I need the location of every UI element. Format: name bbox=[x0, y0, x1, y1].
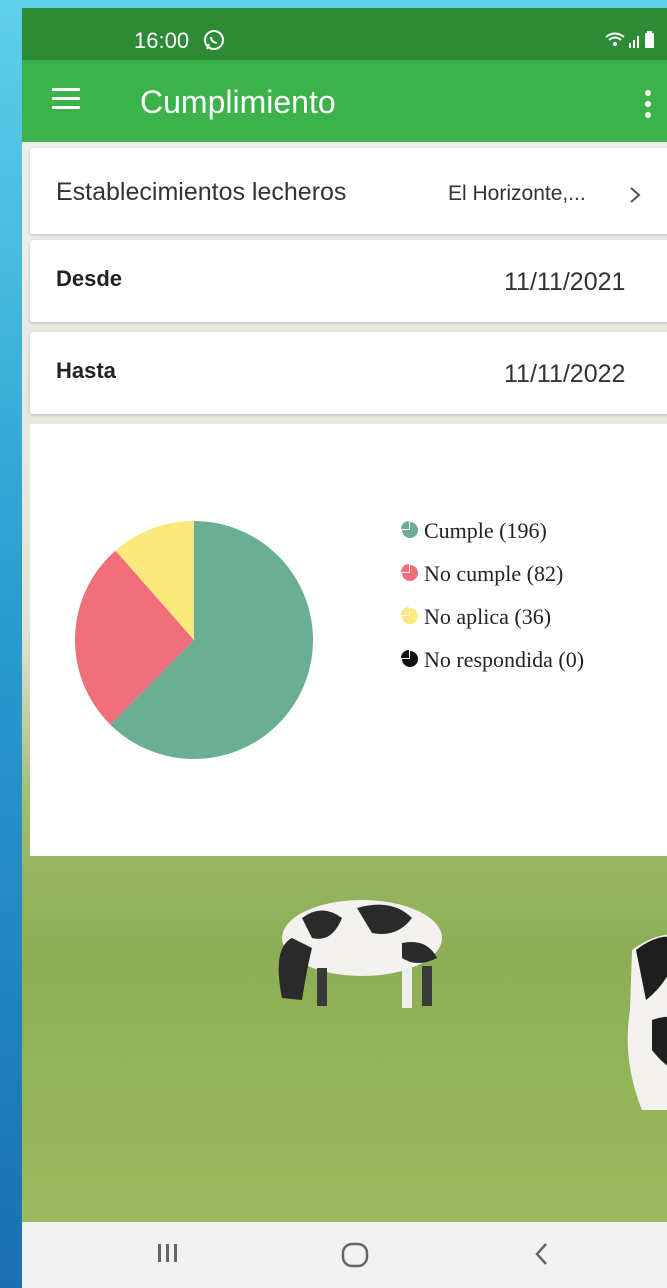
legend-label: No aplica (36) bbox=[424, 604, 551, 629]
legend-item: No respondida (0) bbox=[401, 647, 584, 672]
chart-card: Cumple (196) No cumple (82) No aplica (36)… bbox=[30, 424, 667, 856]
home-icon[interactable] bbox=[340, 1240, 370, 1270]
legend-label: Cumple (196) bbox=[424, 518, 547, 543]
hasta-label: Hasta bbox=[56, 358, 116, 383]
recent-apps-icon[interactable] bbox=[156, 1240, 180, 1266]
phone-screen: 16:00 Cumplimiento Establecimientos lech… bbox=[22, 8, 667, 1288]
cow-image-2 bbox=[627, 934, 667, 1110]
establecimientos-value: El Horizonte,... bbox=[448, 182, 586, 205]
status-time: 16:00 bbox=[134, 28, 190, 53]
legend-pie-icon bbox=[401, 650, 418, 667]
establecimientos-selector[interactable]: Establecimientos lecheros El Horizonte,.… bbox=[30, 148, 667, 234]
battery-icon bbox=[645, 31, 654, 48]
status-icons bbox=[605, 31, 654, 48]
legend-item: No aplica (36) bbox=[401, 604, 551, 629]
more-options-icon[interactable] bbox=[645, 90, 653, 120]
desde-value: 11/11/2021 bbox=[504, 268, 626, 296]
legend-label: No cumple (82) bbox=[424, 561, 563, 586]
hasta-date-field[interactable]: Hasta 11/11/2022 bbox=[30, 332, 667, 414]
hamburger-menu-icon[interactable] bbox=[52, 88, 80, 112]
wifi-icon bbox=[605, 32, 625, 46]
cow-image bbox=[278, 900, 442, 1008]
pie-chart: Cumple (196) No cumple (82) No aplica (36)… bbox=[74, 518, 584, 759]
hasta-value: 11/11/2022 bbox=[504, 360, 626, 388]
legend-label: No respondida (0) bbox=[424, 647, 584, 672]
app-bar: Cumplimiento bbox=[22, 60, 667, 142]
chevron-right-icon bbox=[630, 187, 641, 203]
back-icon[interactable] bbox=[532, 1240, 552, 1268]
establecimientos-label: Establecimientos lecheros bbox=[56, 178, 347, 206]
whatsapp-icon bbox=[204, 30, 224, 50]
legend-item: Cumple (196) bbox=[401, 518, 547, 543]
legend-pie-icon bbox=[401, 564, 418, 581]
signal-icon bbox=[629, 36, 639, 48]
legend-pie-icon bbox=[401, 607, 418, 624]
desde-date-field[interactable]: Desde 11/11/2021 bbox=[30, 240, 667, 322]
status-bar: 16:00 bbox=[22, 8, 667, 60]
legend-item: No cumple (82) bbox=[401, 561, 563, 586]
system-nav-bar bbox=[22, 1222, 667, 1288]
page-title: Cumplimiento bbox=[140, 84, 336, 120]
legend-pie-icon bbox=[401, 521, 418, 538]
desde-label: Desde bbox=[56, 266, 123, 291]
